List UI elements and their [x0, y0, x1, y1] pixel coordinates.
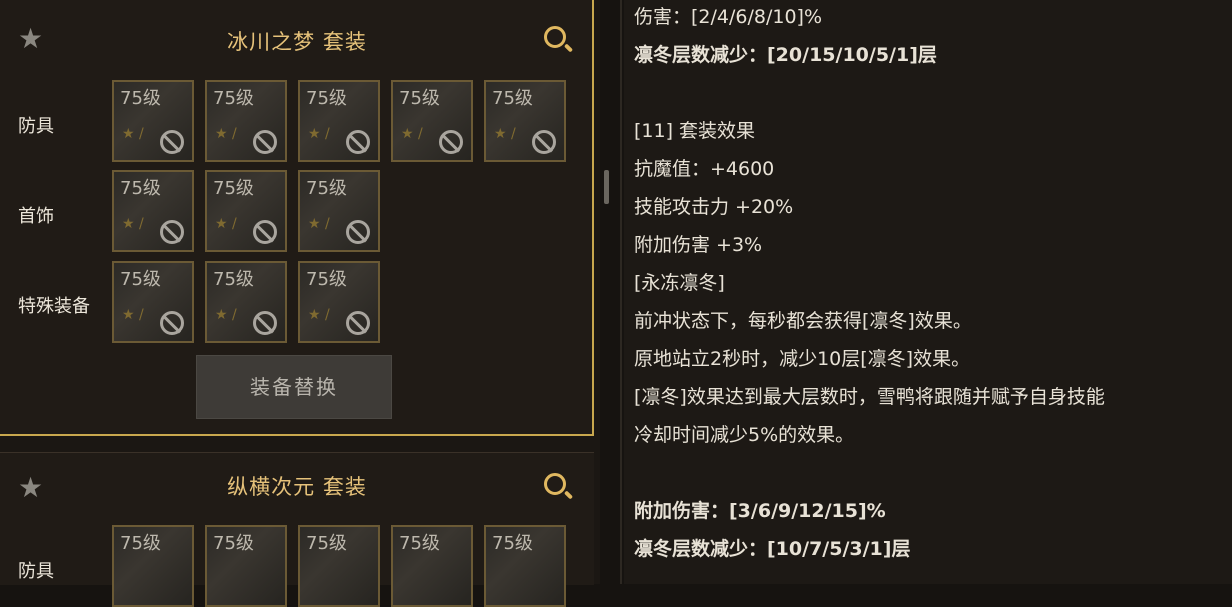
- effect-line: 技能攻击力 +20%: [634, 196, 794, 218]
- equipment-slot[interactable]: 75级 ★ /: [205, 170, 287, 252]
- unavailable-icon: [532, 130, 556, 154]
- equipment-slot[interactable]: 75级 ★ /: [484, 80, 566, 162]
- effect-line: 凛冬层数减少：[10/7/5/3/1]层: [634, 538, 911, 560]
- slot-level: 75级: [399, 533, 440, 554]
- unavailable-icon: [346, 220, 370, 244]
- effect-line: 附加伤害：[3/6/9/12/15]%: [634, 500, 886, 522]
- star-icon: ★ /: [401, 126, 423, 142]
- row-label-accessory: 首饰: [18, 206, 54, 227]
- effect-line: 前冲状态下，每秒都会获得[凛冬]效果。: [634, 310, 972, 332]
- unavailable-icon: [253, 220, 277, 244]
- equipment-slot[interactable]: 75级 ★ /: [205, 80, 287, 162]
- slot-level: 75级: [306, 178, 347, 199]
- slot-level: 75级: [120, 533, 161, 554]
- row-label-special: 特殊装备: [18, 296, 90, 317]
- effect-line: 附加伤害 +3%: [634, 234, 763, 256]
- slot-level: 75级: [306, 269, 347, 290]
- effect-line: 凛冬层数减少：[20/15/10/5/1]层: [634, 44, 937, 66]
- equipment-slot[interactable]: 75级: [205, 525, 287, 607]
- set-card-dimension[interactable]: ★ 纵横次元 套装 防具 75级 75级 75级 75级 75级: [0, 452, 594, 607]
- search-icon[interactable]: [544, 26, 566, 48]
- star-icon: ★ /: [215, 126, 237, 142]
- unavailable-icon: [439, 130, 463, 154]
- equipment-slot[interactable]: 75级 ★ /: [391, 80, 473, 162]
- equipment-slot[interactable]: 75级: [112, 525, 194, 607]
- slot-level: 75级: [213, 178, 254, 199]
- effect-line: 冷却时间减少5%的效果。: [634, 424, 855, 446]
- slot-level: 75级: [306, 88, 347, 109]
- slot-level: 75级: [120, 178, 161, 199]
- slot-level: 75级: [120, 88, 161, 109]
- slot-level: 75级: [492, 88, 533, 109]
- star-icon: ★ /: [215, 216, 237, 232]
- star-icon: ★ /: [122, 307, 144, 323]
- star-icon: ★ /: [308, 307, 330, 323]
- unavailable-icon: [253, 130, 277, 154]
- set-title: 纵横次元 套装: [227, 475, 367, 499]
- set-effect-description: 伤害：[2/4/6/8/10]% 凛冬层数减少：[20/15/10/5/1]层 …: [624, 0, 1232, 584]
- effect-line: [11] 套装效果: [634, 120, 756, 142]
- unavailable-icon: [253, 311, 277, 335]
- set-title: 冰川之梦 套装: [227, 30, 367, 54]
- unavailable-icon: [160, 311, 184, 335]
- unavailable-icon: [346, 130, 370, 154]
- equipment-slot[interactable]: 75级: [391, 525, 473, 607]
- equipment-slot[interactable]: 75级 ★ /: [205, 261, 287, 343]
- set-list-panel: ★ 冰川之梦 套装 防具 首饰 特殊装备 75级 ★ / 75级 ★ / 75级 ★ …: [0, 0, 600, 607]
- effect-line: [永冻凛冬]: [634, 272, 725, 294]
- panel-divider: [620, 0, 622, 584]
- set-card-glacier-dream[interactable]: ★ 冰川之梦 套装 防具 首饰 特殊装备 75级 ★ / 75级 ★ / 75级 ★ …: [0, 0, 594, 436]
- slot-level: 75级: [120, 269, 161, 290]
- star-icon: ★ /: [308, 216, 330, 232]
- unavailable-icon: [346, 311, 370, 335]
- equipment-slot[interactable]: 75级 ★ /: [298, 80, 380, 162]
- slot-level: 75级: [213, 533, 254, 554]
- equipment-slot[interactable]: 75级 ★ /: [298, 170, 380, 252]
- row-label-armor: 防具: [18, 561, 54, 582]
- search-icon[interactable]: [544, 473, 566, 495]
- effect-line: 伤害：[2/4/6/8/10]%: [634, 6, 823, 28]
- unavailable-icon: [160, 220, 184, 244]
- effect-line: [凛冬]效果达到最大层数时，雪鸭将跟随并赋予自身技能: [634, 386, 1105, 408]
- star-icon: ★ /: [308, 126, 330, 142]
- slot-level: 75级: [399, 88, 440, 109]
- equipment-slot[interactable]: 75级: [484, 525, 566, 607]
- slot-level: 75级: [306, 533, 347, 554]
- star-icon: ★ /: [122, 216, 144, 232]
- replace-equipment-button[interactable]: 装备替换: [196, 355, 392, 419]
- unavailable-icon: [160, 130, 184, 154]
- slot-level: 75级: [213, 88, 254, 109]
- equipment-slot[interactable]: 75级 ★ /: [112, 261, 194, 343]
- equipment-slot[interactable]: 75级: [298, 525, 380, 607]
- star-icon: ★ /: [494, 126, 516, 142]
- equipment-slot[interactable]: 75级 ★ /: [112, 170, 194, 252]
- slot-level: 75级: [492, 533, 533, 554]
- row-label-armor: 防具: [18, 116, 54, 137]
- star-icon: ★ /: [215, 307, 237, 323]
- slot-level: 75级: [213, 269, 254, 290]
- star-icon: ★ /: [122, 126, 144, 142]
- effect-line: 原地站立2秒时，减少10层[凛冬]效果。: [634, 348, 971, 370]
- equipment-slot[interactable]: 75级 ★ /: [298, 261, 380, 343]
- effect-line: 抗魔值：+4600: [634, 158, 775, 180]
- panel-resize-handle[interactable]: [604, 170, 609, 204]
- equipment-slot[interactable]: 75级 ★ /: [112, 80, 194, 162]
